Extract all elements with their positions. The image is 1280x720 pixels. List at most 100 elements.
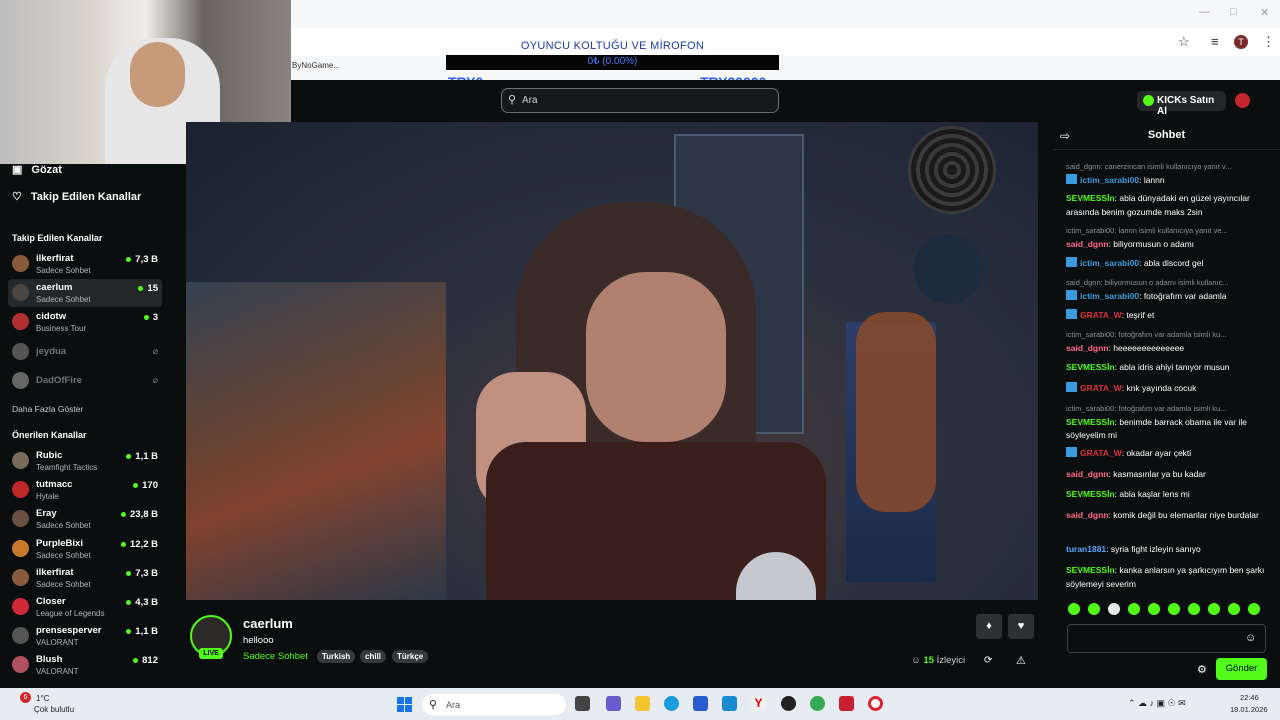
profile-button[interactable]: T: [1234, 35, 1248, 49]
chat-message: SEVMESSİn: abla dünyadaki en güzel yayın…: [1066, 192, 1266, 219]
star-icon[interactable]: ☆: [1178, 34, 1190, 50]
weather-condition[interactable]: Çok bulutlu: [34, 705, 74, 714]
chat-username[interactable]: SEVMESSİn: [1066, 417, 1115, 427]
channel-row[interactable]: tutmacc Hytale 170: [8, 476, 162, 504]
chat-input[interactable]: [1067, 624, 1266, 653]
emote-icon[interactable]: [1228, 603, 1240, 615]
reading-list-icon[interactable]: ≡: [1211, 34, 1219, 49]
channel-row[interactable]: jeydua ⌀: [8, 338, 162, 366]
notification-bell-button[interactable]: ♦: [976, 614, 1002, 639]
emote-icon[interactable]: [1128, 603, 1140, 615]
chat-username[interactable]: SEVMESSİn: [1066, 193, 1115, 203]
report-icon[interactable]: ⚠: [1016, 654, 1026, 667]
widgets-icon[interactable]: [606, 696, 621, 711]
chat-reply-context[interactable]: ictim_sarabi00: fotoğrafım var adamla is…: [1066, 402, 1266, 416]
channel-row[interactable]: ilkerfirat Sadece Sohbet 7,3 B: [8, 250, 162, 278]
send-button[interactable]: Gönder: [1216, 658, 1267, 680]
chat-username[interactable]: SEVMESSİn: [1066, 565, 1115, 575]
chat-reply-context[interactable]: ictim_sarabi00: fotoğrafım var adamla is…: [1066, 328, 1266, 342]
chat-text: fotoğrafım var adamla: [1143, 290, 1227, 301]
chat-reply-context[interactable]: ictim_sarabi00: lannn isimli kullanıcıya…: [1066, 224, 1266, 238]
gear-icon[interactable]: ⚙: [1197, 663, 1207, 676]
taskbar-search[interactable]: [422, 694, 566, 715]
channel-row[interactable]: Rubic Teamfight Tactics 1,1 B: [8, 447, 162, 475]
emote-icon[interactable]: [1108, 603, 1120, 615]
weather-temperature[interactable]: 1°C: [36, 694, 49, 703]
tag-turkish[interactable]: Turkish: [317, 650, 356, 663]
stream-info-bar: [186, 600, 1038, 688]
chat-username[interactable]: SEVMESSİn: [1066, 489, 1115, 499]
chat-username[interactable]: said_dgnn: [1066, 239, 1109, 249]
windows-start-button[interactable]: [397, 697, 412, 712]
emote-icon[interactable]: [1208, 603, 1220, 615]
emote-icon[interactable]: [1088, 603, 1100, 615]
channel-row[interactable]: DadOfFire ⌀: [8, 367, 162, 395]
emoji-icon[interactable]: ☺: [1245, 632, 1256, 644]
channel-row[interactable]: PurpleBixi Sadece Sohbet 12,2 B: [8, 535, 162, 563]
chat-username[interactable]: GRATA_W: [1080, 310, 1122, 320]
chat-username[interactable]: GRATA_W: [1080, 383, 1122, 393]
close-icon[interactable]: ✕: [1260, 6, 1269, 19]
system-tray[interactable]: ⌃ ☁ ♪ ▣ ☉ ✉: [1128, 698, 1186, 709]
channel-row[interactable]: Closer League of Legends 4,3 B: [8, 593, 162, 621]
task-view-icon[interactable]: [575, 696, 590, 711]
channel-row[interactable]: caerlum Sadece Sohbet 15: [8, 279, 162, 308]
chat-username[interactable]: said_dgnn: [1066, 469, 1109, 479]
user-badge-icon: [1066, 382, 1077, 392]
more-icon[interactable]: ⋮: [1262, 34, 1275, 50]
nav-browse[interactable]: ▣ Gözat: [12, 163, 62, 176]
maximize-icon[interactable]: □: [1230, 6, 1237, 18]
file-explorer-icon[interactable]: [635, 696, 650, 711]
user-badge-icon: [1066, 447, 1077, 457]
opera-icon[interactable]: [868, 696, 883, 711]
channel-avatar: [12, 598, 29, 615]
chat-username[interactable]: turan1881: [1066, 544, 1106, 554]
channel-row[interactable]: cidotw Business Tour 3: [8, 308, 162, 336]
chat-username[interactable]: said_dgnn: [1066, 510, 1109, 520]
minimize-icon[interactable]: —: [1199, 6, 1210, 18]
channel-row[interactable]: Eray Sadece Sohbet 23,8 B: [8, 505, 162, 533]
follow-button[interactable]: ♥: [1008, 614, 1034, 639]
nav-following[interactable]: ♡ Takip Edilen Kanallar: [12, 190, 141, 203]
channel-row[interactable]: Blush VALORANT 812: [8, 651, 162, 679]
share-icon[interactable]: ⟳: [984, 655, 992, 666]
channel-row[interactable]: prensesperver VALORANT 1,1 B: [8, 622, 162, 650]
tag-chill[interactable]: chill: [360, 650, 387, 663]
edge-icon[interactable]: [664, 696, 679, 711]
emote-icon[interactable]: [1148, 603, 1160, 615]
clock-time[interactable]: 22:46: [1240, 693, 1259, 702]
video-player[interactable]: [186, 122, 1038, 600]
followed-section-title: Takip Edilen Kanallar: [12, 233, 103, 243]
emote-icon[interactable]: [1248, 603, 1260, 615]
chrome-icon[interactable]: [810, 696, 825, 711]
emote-icon[interactable]: [1168, 603, 1180, 615]
store-icon[interactable]: [693, 696, 708, 711]
clock-date[interactable]: 18.01.2026: [1230, 705, 1268, 714]
tag-turkce[interactable]: Türkçe: [392, 650, 429, 663]
user-avatar[interactable]: [1235, 93, 1250, 108]
streamer-name[interactable]: caerlum: [243, 616, 293, 631]
search-input[interactable]: [501, 88, 779, 113]
channel-viewer-count: 1,1 B: [126, 451, 158, 462]
address-bar[interactable]: [291, 28, 1280, 56]
emote-icon[interactable]: [1188, 603, 1200, 615]
chat-username[interactable]: SEVMESSİn: [1066, 362, 1115, 372]
chat-username[interactable]: GRATA_W: [1080, 448, 1122, 458]
channel-row[interactable]: ilkerfirat Sadece Sohbet 7,3 B: [8, 564, 162, 592]
mail-app-icon[interactable]: [839, 696, 854, 711]
yandex-icon[interactable]: Y: [751, 696, 766, 711]
bookmark-item[interactable]: ByNoGame...: [292, 61, 340, 70]
chat-username[interactable]: said_dgnn: [1066, 343, 1109, 353]
chat-reply-context[interactable]: said_dgnn: biliyormusun o adamı isimli k…: [1066, 276, 1266, 290]
chat-username[interactable]: ictim_sarabi00: [1080, 175, 1139, 185]
channel-viewer-count: 4,3 B: [126, 597, 158, 608]
outlook-icon[interactable]: [722, 696, 737, 711]
chat-username[interactable]: ictim_sarabi00: [1080, 291, 1139, 301]
game-app-icon[interactable]: [781, 696, 796, 711]
channel-name: prensesperver: [36, 625, 102, 637]
stream-category[interactable]: Sadece Sohbet: [243, 651, 308, 662]
emote-icon[interactable]: [1068, 603, 1080, 615]
chat-reply-context[interactable]: said_dgnn: canerzincan isimli kullanıcıy…: [1066, 160, 1266, 174]
show-more-link[interactable]: Daha Fazla Göster: [12, 404, 83, 414]
chat-username[interactable]: ictim_sarabi00: [1080, 258, 1139, 268]
